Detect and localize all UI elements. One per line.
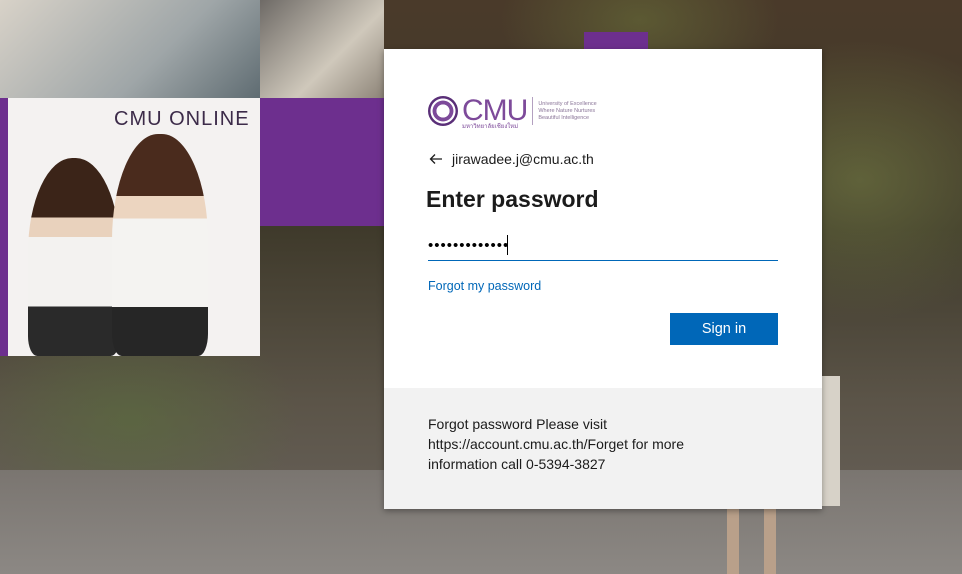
banner-title: CMU ONLINE (114, 108, 250, 130)
text-caret (507, 235, 508, 255)
logo-divider (532, 97, 534, 125)
logo-thai-subtitle: มหาวิทยาลัยเชียงใหม่ (462, 123, 519, 130)
university-seal-icon (428, 96, 458, 126)
logo-tagline-line: Where Nature Nurtures (538, 107, 596, 114)
footer-line: Forgot password Please visit (428, 416, 607, 432)
page-title: Enter password (426, 186, 599, 212)
forgot-password-link[interactable]: Forgot my password (428, 279, 541, 293)
banner-photo-students: CMU ONLINE (0, 98, 260, 356)
promo-banner: CMU ONLINE (0, 0, 384, 356)
sign-in-card: CMU มหาวิทยาลัยเชียงใหม่ University of E… (384, 49, 822, 509)
university-logo: CMU มหาวิทยาลัยเชียงใหม่ University of E… (428, 93, 597, 130)
back-arrow-icon[interactable] (428, 151, 446, 167)
identity-banner[interactable]: jirawadee.j@cmu.ac.th (428, 149, 594, 169)
logo-tagline-line: University of Excellence (538, 100, 597, 107)
background-pole (764, 505, 776, 574)
student-figure (112, 134, 208, 356)
background-pole (727, 505, 739, 574)
background-pole (822, 376, 840, 506)
footer-info: Forgot password Please visit https://acc… (384, 388, 822, 509)
logo-tagline: University of Excellence Where Nature Nu… (538, 101, 596, 122)
banner-photo-desk (0, 0, 260, 98)
banner-purple-block (260, 98, 384, 226)
sign-in-button[interactable]: Sign in (670, 313, 778, 345)
banner-left-strip (0, 98, 8, 356)
banner-photo-laptop (260, 0, 384, 98)
student-figure (28, 158, 120, 356)
logo-tagline-line: Beautiful Intelligence (538, 114, 590, 121)
footer-line: https://account.cmu.ac.th/Forget for mor… (428, 436, 684, 452)
identity-email: jirawadee.j@cmu.ac.th (452, 151, 594, 167)
password-input[interactable] (428, 230, 778, 261)
banner-accent-strip (584, 32, 648, 49)
footer-line: information call 0-5394-3827 (428, 456, 606, 472)
footer-text: Forgot password Please visit https://acc… (428, 414, 768, 474)
